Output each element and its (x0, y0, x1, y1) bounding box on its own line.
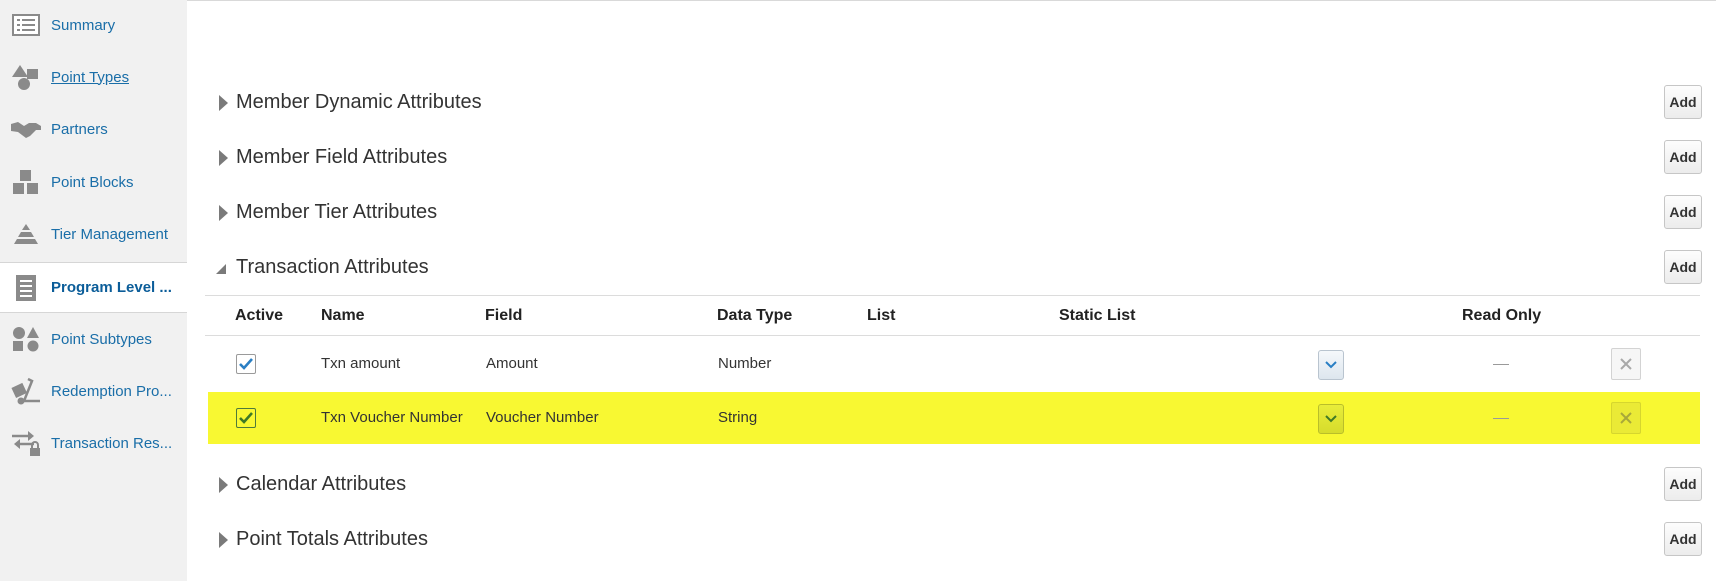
section-title[interactable]: Member Tier Attributes (236, 201, 437, 224)
chevron-down-icon (1325, 361, 1337, 369)
expand-caret-icon[interactable] (219, 477, 228, 493)
section-transaction: Transaction Attributes Add (205, 250, 1705, 290)
sidebar-item-point-types[interactable]: Point Types (0, 52, 187, 102)
sidebar-item-redemption[interactable]: Redemption Pro... (0, 366, 187, 416)
section-title[interactable]: Point Totals Attributes (236, 528, 428, 551)
section-point-totals: Point Totals Attributes Add (205, 522, 1705, 562)
cell-name: Txn Voucher Number (321, 409, 463, 426)
checkmark-icon (239, 358, 253, 370)
cell-name: Txn amount (321, 355, 401, 372)
sidebar-item-label: Transaction Res... (51, 434, 173, 452)
pyramid-icon (10, 220, 42, 248)
sidebar-item-label: Point Types (51, 68, 130, 86)
close-icon (1620, 358, 1632, 370)
transaction-table-header: Active Name Field Data Type List Static … (205, 295, 1700, 336)
cell-field: Voucher Number (486, 409, 599, 426)
section-member-field: Member Field Attributes Add (205, 140, 1705, 180)
sidebar-item-summary[interactable]: Summary (0, 0, 187, 50)
column-header-static-list: Static List (1059, 307, 1136, 324)
table-row-highlighted: Txn Voucher Number Voucher Number String (208, 392, 1700, 444)
section-title[interactable]: Transaction Attributes (236, 256, 429, 279)
cell-data-type: String (718, 409, 758, 426)
table-row: Txn amount Amount Number (208, 338, 1700, 390)
column-header-name: Name (321, 307, 365, 324)
cell-field: Amount (486, 355, 538, 372)
add-transaction-button[interactable]: Add (1664, 250, 1702, 284)
point-types-shapes-icon (10, 63, 42, 91)
read-only-dash (1493, 418, 1509, 419)
sidebar-item-program-level[interactable]: Program Level ... (0, 262, 187, 313)
sidebar-item-point-blocks[interactable]: Point Blocks (0, 157, 187, 207)
sidebar-item-label: Program Level ... (51, 279, 172, 296)
sidebar-item-label: Tier Management (51, 225, 168, 243)
sidebar-item-tier-management[interactable]: Tier Management (0, 209, 187, 259)
expand-caret-icon[interactable] (219, 532, 228, 548)
blocks-icon (10, 168, 42, 196)
column-header-active: Active (235, 307, 284, 324)
column-header-field: Field (485, 307, 523, 324)
chevron-down-icon (1325, 415, 1337, 423)
exchange-lock-icon (10, 429, 42, 457)
sidebar-item-partners[interactable]: Partners (0, 104, 187, 154)
point-subtypes-shapes-icon (10, 325, 42, 353)
active-checkbox[interactable] (236, 354, 256, 374)
add-calendar-button[interactable]: Add (1664, 467, 1702, 501)
column-header-read-only: Read Only (1462, 307, 1542, 324)
collapse-caret-icon[interactable] (216, 264, 226, 274)
top-divider (187, 0, 1716, 1)
column-header-list: List (867, 307, 896, 324)
section-title[interactable]: Calendar Attributes (236, 473, 406, 496)
sidebar-item-transaction-res[interactable]: Transaction Res... (0, 418, 187, 468)
section-title[interactable]: Member Field Attributes (236, 146, 447, 169)
sidebar-item-label: Redemption Pro... (51, 382, 172, 400)
read-only-dash (1493, 364, 1509, 365)
static-list-dropdown-button[interactable] (1318, 404, 1344, 434)
section-title[interactable]: Member Dynamic Attributes (236, 91, 482, 114)
static-list-dropdown-button[interactable] (1318, 350, 1344, 380)
sidebar-item-label: Point Blocks (51, 173, 134, 191)
handshake-icon (10, 115, 42, 143)
sidebar-item-label: Partners (51, 120, 108, 138)
active-checkbox[interactable] (236, 408, 256, 428)
expand-caret-icon[interactable] (219, 205, 228, 221)
delete-row-button[interactable] (1611, 402, 1641, 434)
add-point-totals-button[interactable]: Add (1664, 522, 1702, 556)
document-lines-icon (10, 274, 42, 302)
add-member-dynamic-button[interactable]: Add (1664, 85, 1702, 119)
sidebar-item-point-subtypes[interactable]: Point Subtypes (0, 314, 187, 364)
hand-truck-icon (10, 377, 42, 405)
sidebar: Summary Point Types Partners Point Block… (0, 0, 187, 581)
section-member-tier: Member Tier Attributes Add (205, 195, 1705, 235)
sidebar-item-label: Point Subtypes (51, 330, 152, 348)
section-calendar: Calendar Attributes Add (205, 467, 1705, 507)
delete-row-button[interactable] (1611, 348, 1641, 380)
column-header-data-type: Data Type (717, 307, 793, 324)
add-member-field-button[interactable]: Add (1664, 140, 1702, 174)
add-member-tier-button[interactable]: Add (1664, 195, 1702, 229)
expand-caret-icon[interactable] (219, 150, 228, 166)
summary-list-icon (10, 11, 42, 39)
checkmark-icon (239, 412, 253, 424)
expand-caret-icon[interactable] (219, 95, 228, 111)
sidebar-item-label: Summary (51, 16, 116, 34)
section-member-dynamic: Member Dynamic Attributes Add (205, 85, 1705, 125)
close-icon (1620, 412, 1632, 424)
cell-data-type: Number (718, 355, 772, 372)
